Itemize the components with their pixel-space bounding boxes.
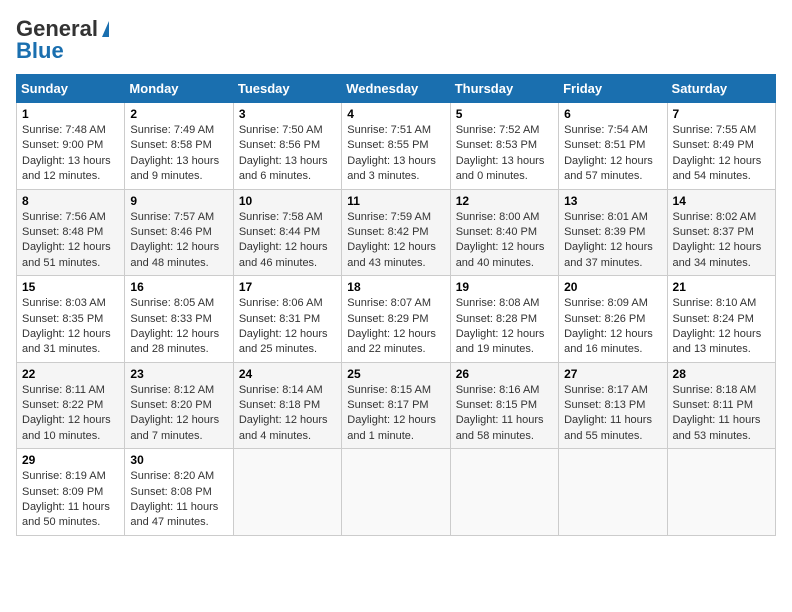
- day-4: 4Sunrise: 7:51 AMSunset: 8:55 PMDaylight…: [342, 103, 450, 190]
- day-22: 22Sunrise: 8:11 AMSunset: 8:22 PMDayligh…: [17, 362, 125, 449]
- calendar: SundayMondayTuesdayWednesdayThursdayFrid…: [16, 74, 776, 536]
- calendar-row-6: 29Sunrise: 8:19 AMSunset: 8:09 PMDayligh…: [17, 449, 776, 536]
- empty-cell: [450, 449, 558, 536]
- day-5: 5Sunrise: 7:52 AMSunset: 8:53 PMDaylight…: [450, 103, 558, 190]
- day-25: 25Sunrise: 8:15 AMSunset: 8:17 PMDayligh…: [342, 362, 450, 449]
- empty-cell: [342, 449, 450, 536]
- day-19: 19Sunrise: 8:08 AMSunset: 8:28 PMDayligh…: [450, 276, 558, 363]
- day-2: 2Sunrise: 7:49 AMSunset: 8:58 PMDaylight…: [125, 103, 233, 190]
- header: General Blue: [16, 16, 776, 64]
- day-3: 3Sunrise: 7:50 AMSunset: 8:56 PMDaylight…: [233, 103, 341, 190]
- logo-blue-text: Blue: [16, 38, 64, 64]
- day-12: 12Sunrise: 8:00 AMSunset: 8:40 PMDayligh…: [450, 189, 558, 276]
- day-24: 24Sunrise: 8:14 AMSunset: 8:18 PMDayligh…: [233, 362, 341, 449]
- day-14: 14Sunrise: 8:02 AMSunset: 8:37 PMDayligh…: [667, 189, 775, 276]
- calendar-header-friday: Friday: [559, 75, 667, 103]
- calendar-header-sunday: Sunday: [17, 75, 125, 103]
- day-27: 27Sunrise: 8:17 AMSunset: 8:13 PMDayligh…: [559, 362, 667, 449]
- day-8: 8Sunrise: 7:56 AMSunset: 8:48 PMDaylight…: [17, 189, 125, 276]
- calendar-row-2: 8Sunrise: 7:56 AMSunset: 8:48 PMDaylight…: [17, 189, 776, 276]
- empty-cell: [559, 449, 667, 536]
- calendar-row-4: 22Sunrise: 8:11 AMSunset: 8:22 PMDayligh…: [17, 362, 776, 449]
- day-16: 16Sunrise: 8:05 AMSunset: 8:33 PMDayligh…: [125, 276, 233, 363]
- empty-cell: [233, 449, 341, 536]
- logo-arrow-icon: [102, 21, 109, 37]
- day-1: 1Sunrise: 7:48 AMSunset: 9:00 PMDaylight…: [17, 103, 125, 190]
- day-29: 29Sunrise: 8:19 AMSunset: 8:09 PMDayligh…: [17, 449, 125, 536]
- calendar-row-1: 1Sunrise: 7:48 AMSunset: 9:00 PMDaylight…: [17, 103, 776, 190]
- calendar-header-saturday: Saturday: [667, 75, 775, 103]
- calendar-header-thursday: Thursday: [450, 75, 558, 103]
- calendar-header-monday: Monday: [125, 75, 233, 103]
- day-26: 26Sunrise: 8:16 AMSunset: 8:15 PMDayligh…: [450, 362, 558, 449]
- calendar-row-3: 15Sunrise: 8:03 AMSunset: 8:35 PMDayligh…: [17, 276, 776, 363]
- day-7: 7Sunrise: 7:55 AMSunset: 8:49 PMDaylight…: [667, 103, 775, 190]
- day-28: 28Sunrise: 8:18 AMSunset: 8:11 PMDayligh…: [667, 362, 775, 449]
- day-18: 18Sunrise: 8:07 AMSunset: 8:29 PMDayligh…: [342, 276, 450, 363]
- day-30: 30Sunrise: 8:20 AMSunset: 8:08 PMDayligh…: [125, 449, 233, 536]
- calendar-header-wednesday: Wednesday: [342, 75, 450, 103]
- empty-cell: [667, 449, 775, 536]
- calendar-header-row: SundayMondayTuesdayWednesdayThursdayFrid…: [17, 75, 776, 103]
- day-13: 13Sunrise: 8:01 AMSunset: 8:39 PMDayligh…: [559, 189, 667, 276]
- day-11: 11Sunrise: 7:59 AMSunset: 8:42 PMDayligh…: [342, 189, 450, 276]
- logo: General Blue: [16, 16, 109, 64]
- day-15: 15Sunrise: 8:03 AMSunset: 8:35 PMDayligh…: [17, 276, 125, 363]
- day-17: 17Sunrise: 8:06 AMSunset: 8:31 PMDayligh…: [233, 276, 341, 363]
- day-23: 23Sunrise: 8:12 AMSunset: 8:20 PMDayligh…: [125, 362, 233, 449]
- day-9: 9Sunrise: 7:57 AMSunset: 8:46 PMDaylight…: [125, 189, 233, 276]
- day-20: 20Sunrise: 8:09 AMSunset: 8:26 PMDayligh…: [559, 276, 667, 363]
- day-10: 10Sunrise: 7:58 AMSunset: 8:44 PMDayligh…: [233, 189, 341, 276]
- day-21: 21Sunrise: 8:10 AMSunset: 8:24 PMDayligh…: [667, 276, 775, 363]
- calendar-header-tuesday: Tuesday: [233, 75, 341, 103]
- day-6: 6Sunrise: 7:54 AMSunset: 8:51 PMDaylight…: [559, 103, 667, 190]
